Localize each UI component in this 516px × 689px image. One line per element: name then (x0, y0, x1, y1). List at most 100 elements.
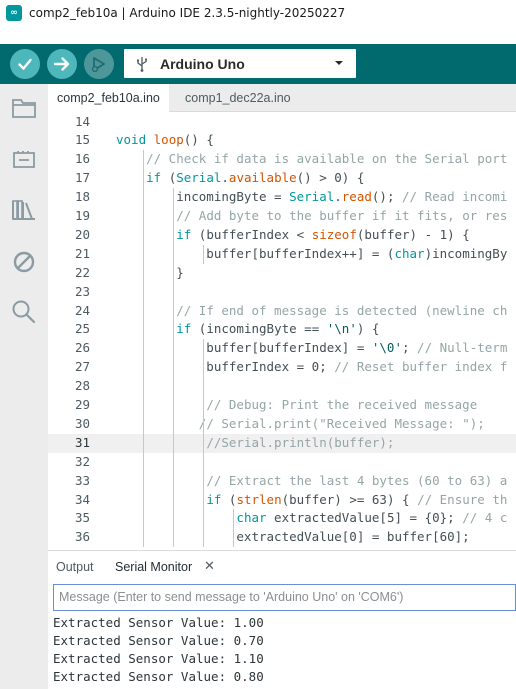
activity-sidebar (0, 84, 48, 689)
line-number: 15 (74, 132, 90, 148)
line-text: if (incomingByte == '\n') { (176, 321, 380, 337)
line-number: 34 (74, 491, 90, 507)
line-number: 20 (74, 226, 90, 242)
arduino-logo-icon: ∞ (6, 5, 22, 21)
line-text: if (strlen(buffer) >= 63) { // Ensure th (206, 491, 508, 507)
board-selector[interactable]: Arduino Uno (124, 49, 356, 78)
verify-button[interactable] (10, 49, 40, 79)
code-line[interactable]: 17 if (Serial.available() > 0) { (48, 169, 516, 188)
serial-output-line: Extracted Sensor Value: 0.70 (53, 633, 264, 648)
line-number: 25 (74, 321, 90, 337)
debug-icon (91, 57, 105, 73)
code-line[interactable]: 25 if (incomingByte == '\n') { (48, 320, 516, 339)
code-line[interactable]: 18 incomingByte = Serial.read(); // Read… (48, 188, 516, 207)
close-icon[interactable]: ✕ (204, 559, 215, 574)
line-number: 19 (74, 208, 90, 223)
panel-tabs: Output Serial Monitor ✕ (48, 550, 516, 583)
line-text: // Serial.print("Received Message: "); (198, 415, 485, 431)
code-line[interactable]: 30 // Serial.print("Received Message: ")… (48, 415, 516, 434)
code-line[interactable]: 36 extractedValue[0] = buffer[60]; (48, 528, 516, 547)
indent-guide (143, 150, 145, 548)
line-text: // Check if data is available on the Ser… (146, 151, 508, 167)
code-line[interactable]: 14 (48, 113, 516, 132)
indent-guide (173, 188, 175, 548)
checkmark-icon (18, 58, 32, 70)
code-line[interactable]: 21 buffer[bufferIndex++] = (char)incomin… (48, 245, 516, 264)
indent-guide (233, 509, 235, 548)
debug-off-icon[interactable] (11, 249, 37, 275)
indent-guide (203, 339, 205, 548)
upload-button[interactable] (47, 49, 77, 79)
line-number: 35 (74, 510, 90, 526)
code-line[interactable]: 33 // Extract the last 4 bytes (60 to 63… (48, 472, 516, 491)
line-number: 32 (74, 453, 90, 469)
board-icon[interactable] (11, 146, 37, 172)
line-text: incomingByte = Serial.read(); // Read in… (116, 189, 508, 205)
code-line[interactable]: 20 if (bufferIndex < sizeof(buffer) - 1)… (48, 226, 516, 245)
line-text: if (bufferIndex < sizeof(buffer) - 1) { (176, 226, 470, 242)
code-line[interactable]: 15 void loop() { (48, 131, 516, 150)
usb-icon (136, 56, 150, 72)
line-number: 31 (74, 434, 90, 450)
line-text: // Debug: Print the received message (206, 397, 478, 412)
serial-output-line: Extracted Sensor Value: 1.00 (53, 615, 264, 630)
code-line[interactable]: 29 // Debug: Print the received message (48, 396, 516, 415)
arrow-right-icon (53, 57, 70, 71)
code-line[interactable]: 34 if (strlen(buffer) >= 63) { // Ensure… (48, 491, 516, 510)
line-text: if (Serial.available() > 0) { (146, 170, 365, 186)
library-icon[interactable] (11, 197, 37, 223)
line-number: 24 (74, 302, 90, 318)
code-line[interactable]: 23 (48, 283, 516, 302)
line-number: 17 (74, 170, 90, 186)
code-line[interactable]: 27 bufferIndex = 0; // Reset buffer inde… (48, 358, 516, 377)
title-bar: ∞ comp2_feb10a | Arduino IDE 2.3.5-night… (0, 0, 516, 26)
line-text: char extractedValue[5] = {0}; // 4 c (236, 510, 508, 526)
toolbar: Arduino Uno (0, 44, 516, 84)
debug-button[interactable] (84, 49, 114, 79)
line-number: 26 (74, 340, 90, 356)
code-line[interactable]: 28 (48, 377, 516, 396)
indent-guide (203, 244, 205, 264)
line-text: extractedValue[0] = buffer[60]; (116, 529, 470, 545)
chevron-down-icon (335, 61, 343, 65)
line-number: 28 (74, 378, 90, 394)
line-number: 14 (74, 113, 90, 129)
tab-comp1-dec22a[interactable]: comp1_dec22a.ino (176, 84, 300, 112)
serial-output-line: Extracted Sensor Value: 0.80 (53, 669, 264, 684)
code-line[interactable]: 19 // Add byte to the buffer if it fits,… (48, 207, 516, 226)
code-line[interactable]: 16 // Check if data is available on the … (48, 150, 516, 169)
code-line[interactable]: 24 // If end of message is detected (new… (48, 302, 516, 321)
tab-output[interactable]: Output (56, 560, 94, 574)
line-number: 23 (74, 283, 90, 299)
serial-monitor-output: Extracted Sensor Value: 1.00 Extracted S… (48, 614, 516, 689)
line-number: 30 (74, 415, 90, 431)
line-number: 18 (74, 189, 90, 205)
board-name: Arduino Uno (160, 55, 245, 72)
code-line[interactable]: 31 //Serial.println(buffer); (48, 433, 516, 453)
line-text: // Add byte to the buffer if it fits, or… (176, 208, 508, 223)
serial-output-line: Extracted Sensor Value: 1.10 (53, 651, 264, 666)
line-number: 33 (74, 472, 90, 488)
code-line[interactable]: 32 (48, 453, 516, 472)
search-icon[interactable] (11, 299, 37, 325)
folder-icon[interactable] (11, 95, 37, 121)
line-number: 29 (74, 397, 90, 412)
tab-comp2-feb10a[interactable]: comp2_feb10a.ino (48, 84, 169, 113)
serial-message-input[interactable]: Message (Enter to send message to 'Ardui… (53, 584, 516, 611)
line-text: buffer[bufferIndex] = '\0'; // Null-term (116, 340, 508, 356)
code-line[interactable]: 35 char extractedValue[5] = {0}; // 4 c (48, 509, 516, 528)
line-number: 21 (74, 245, 90, 261)
line-text: // If end of message is detected (newlin… (176, 302, 508, 318)
line-number: 27 (74, 359, 90, 375)
window-title: comp2_feb10a | Arduino IDE 2.3.5-nightly… (29, 6, 346, 20)
line-number: 22 (74, 264, 90, 280)
line-number: 16 (74, 151, 90, 167)
line-text: buffer[bufferIndex++] = (char)incomingBy (116, 245, 508, 261)
code-line[interactable]: 26 buffer[bufferIndex] = '\0'; // Null-t… (48, 339, 516, 358)
tab-serial-monitor[interactable]: Serial Monitor (115, 560, 192, 574)
code-editor[interactable]: 14 15 void loop() {16 // Check if data is … (48, 112, 516, 550)
code-line[interactable]: 22 } (48, 264, 516, 283)
line-text: //Serial.println(buffer); (206, 434, 395, 450)
line-text: bufferIndex = 0; // Reset buffer index f (116, 359, 508, 375)
line-text: // Extract the last 4 bytes (60 to 63) a (206, 472, 508, 488)
